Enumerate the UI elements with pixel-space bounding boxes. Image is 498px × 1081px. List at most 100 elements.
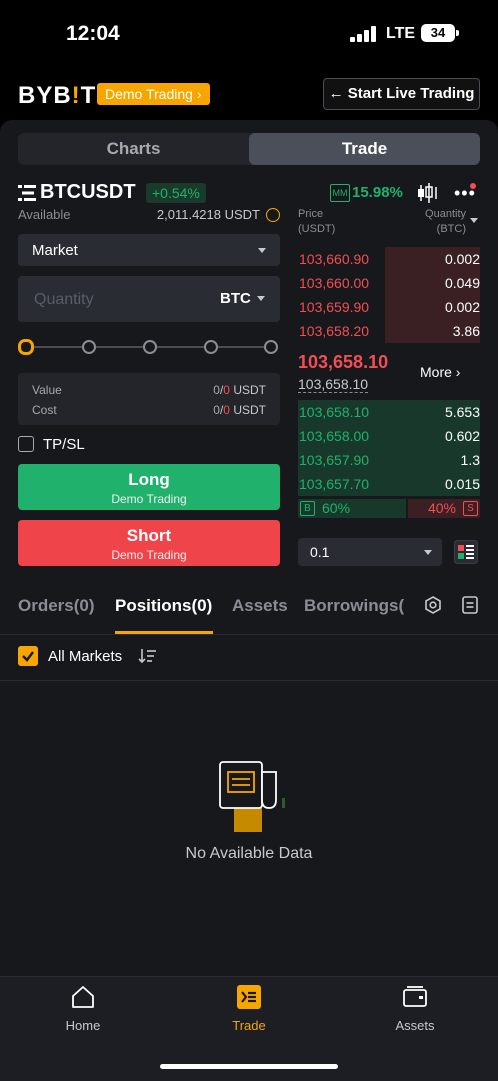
- ask-quantity: 0.002: [444, 299, 480, 315]
- bid-row[interactable]: 103,658.00 0.602: [298, 424, 480, 448]
- order-type-value: Market: [32, 242, 78, 259]
- caret-down-icon: [257, 296, 265, 301]
- caret-down-icon: [424, 550, 432, 555]
- orderbook-layout-icon[interactable]: [454, 540, 478, 564]
- leverage-slider-handle[interactable]: [18, 339, 34, 355]
- mm-badge: MM: [330, 184, 350, 202]
- order-summary: [18, 373, 280, 425]
- price-header: Price: [298, 208, 324, 220]
- trade-icon: [237, 985, 261, 1009]
- network-type: LTE: [386, 25, 416, 42]
- sell-ratio-value: 40%: [427, 500, 456, 516]
- quantity-header: Quantity: [425, 208, 466, 220]
- start-live-trading-label: Start Live Trading: [347, 85, 475, 102]
- nav-trade[interactable]: Trade: [199, 984, 299, 1033]
- info-icon[interactable]: [266, 208, 280, 222]
- value-label: Value: [32, 383, 62, 397]
- slider-step-100[interactable]: [264, 340, 278, 354]
- slider-step-25[interactable]: [82, 340, 96, 354]
- status-time: 12:04: [66, 22, 120, 45]
- ask-quantity: 0.002: [444, 251, 480, 267]
- bid-quantity: 0.015: [444, 476, 480, 492]
- depth-step-select[interactable]: 0.1: [298, 538, 442, 566]
- buy-sell-ratio: B 60% 40% S: [298, 499, 480, 518]
- logo-text-right: T: [80, 82, 97, 109]
- tab-charts[interactable]: Charts: [18, 133, 249, 165]
- more-label: More: [420, 364, 452, 380]
- buy-badge: B: [300, 501, 315, 516]
- ask-row[interactable]: 103,658.20 3.86: [298, 319, 480, 343]
- tab-positions[interactable]: Positions(0): [115, 596, 212, 616]
- short-button[interactable]: Short Demo Trading: [18, 520, 280, 566]
- gear-icon[interactable]: [424, 596, 442, 614]
- available-balance: Available 2,011.4218 USDT: [18, 207, 280, 225]
- quantity-field[interactable]: BTC: [18, 276, 280, 322]
- home-indicator: [160, 1064, 338, 1069]
- all-markets-label[interactable]: All Markets: [48, 648, 122, 665]
- arrow-left-icon: ←: [328, 85, 344, 102]
- tab-borrowings[interactable]: Borrowings(: [304, 596, 406, 616]
- nav-trade-label: Trade: [232, 1018, 266, 1033]
- ask-row[interactable]: 103,659.90 0.002: [298, 295, 480, 319]
- ask-row[interactable]: 103,660.00 0.049: [298, 271, 480, 295]
- bid-quantity: 0.602: [444, 428, 480, 444]
- mark-price[interactable]: 103,658.10: [298, 376, 369, 393]
- start-live-trading-button[interactable]: ← Start Live Trading: [323, 78, 480, 110]
- battery-icon: 34: [421, 24, 455, 42]
- battery-tip: [456, 30, 459, 36]
- candlestick-icon[interactable]: [417, 183, 439, 203]
- slider-step-50[interactable]: [143, 340, 157, 354]
- bybit-logo: BYB!T: [18, 82, 96, 110]
- home-icon: [72, 986, 94, 1008]
- tab-orders[interactable]: Orders(0): [18, 596, 95, 616]
- nav-assets-label: Assets: [395, 1018, 435, 1033]
- ask-row[interactable]: 103,660.90 0.002: [298, 247, 480, 271]
- slider-step-75[interactable]: [204, 340, 218, 354]
- bid-price: 103,658.00: [299, 428, 370, 444]
- demo-trading-tag-label: Demo Trading: [105, 86, 193, 102]
- ask-price: 103,658.20: [299, 323, 370, 339]
- orderbook-more-link[interactable]: More ›: [420, 364, 460, 380]
- mm-value[interactable]: 15.98%: [352, 184, 403, 201]
- bid-row[interactable]: 103,657.90 1.3: [298, 448, 480, 472]
- bid-quantity: 1.3: [460, 452, 480, 468]
- sort-icon[interactable]: [138, 648, 158, 664]
- tab-fade: [404, 590, 420, 620]
- signal-icon: [350, 26, 376, 42]
- tab-trade[interactable]: Trade: [249, 133, 480, 165]
- quantity-input[interactable]: [32, 288, 196, 312]
- bid-row[interactable]: 103,658.10 5.653: [298, 400, 480, 424]
- caret-down-icon: [258, 248, 266, 253]
- tpsl-checkbox[interactable]: [18, 436, 34, 452]
- demo-trading-tag[interactable]: Demo Trading ›: [97, 83, 210, 105]
- bid-row[interactable]: 103,657.70 0.015: [298, 472, 480, 496]
- value-amount: 0/0 USDT: [213, 383, 266, 397]
- bid-price: 103,657.70: [299, 476, 370, 492]
- order-type-select[interactable]: Market: [18, 234, 280, 266]
- buy-ratio-value: 60%: [322, 500, 351, 516]
- quantity-unit-header: (BTC): [436, 223, 466, 235]
- tpsl-label[interactable]: TP/SL: [43, 436, 85, 453]
- tab-assets[interactable]: Assets: [232, 596, 288, 616]
- long-label: Long: [128, 470, 170, 489]
- cost-label: Cost: [32, 403, 57, 417]
- nav-assets[interactable]: Assets: [365, 984, 465, 1033]
- orderbook-header: Price (USDT) Quantity (BTC): [298, 208, 480, 238]
- all-markets-checkbox[interactable]: [18, 646, 38, 666]
- nav-home-label: Home: [65, 1018, 101, 1033]
- caret-down-icon[interactable]: [470, 218, 478, 223]
- logo-bar: !: [71, 82, 81, 109]
- cost-amount: 0/0 USDT: [213, 403, 266, 417]
- empty-document-icon: [219, 761, 285, 832]
- nav-home[interactable]: Home: [33, 984, 133, 1033]
- last-price: 103,658.10: [298, 352, 389, 372]
- ask-price: 103,659.90: [299, 299, 370, 315]
- pair-symbol[interactable]: BTCUSDT: [40, 181, 136, 204]
- document-icon[interactable]: [462, 596, 478, 614]
- quantity-unit[interactable]: BTC: [220, 290, 251, 307]
- long-button[interactable]: Long Demo Trading: [18, 464, 280, 510]
- ask-quantity: 3.86: [452, 323, 480, 339]
- bid-price: 103,657.90: [299, 452, 370, 468]
- chevron-right-icon: ›: [196, 86, 202, 102]
- pair-menu-icon[interactable]: [18, 185, 36, 201]
